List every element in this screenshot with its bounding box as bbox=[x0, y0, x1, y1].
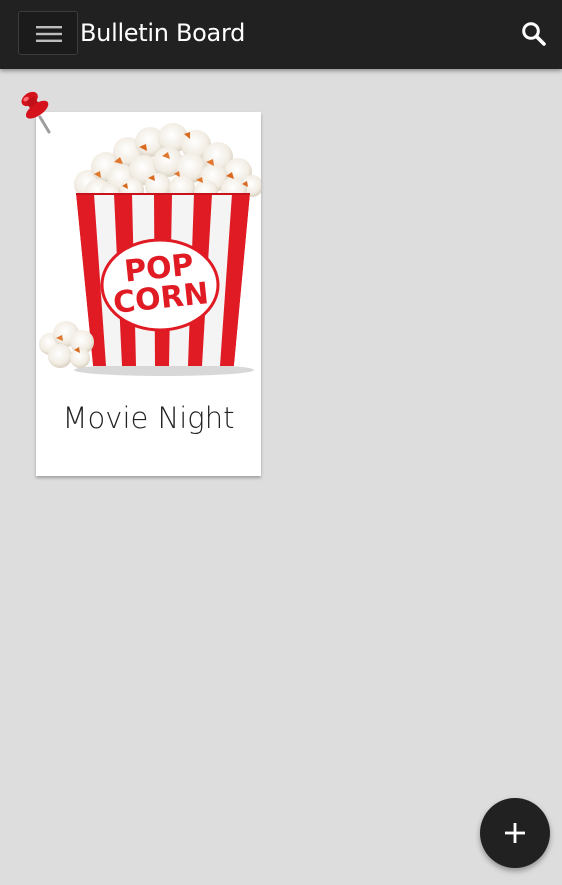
search-button[interactable] bbox=[520, 20, 548, 48]
pushpin-icon bbox=[21, 91, 51, 134]
plus-icon bbox=[505, 823, 525, 843]
popcorn-bucket: POP CORN bbox=[76, 193, 250, 366]
menu-button[interactable] bbox=[18, 11, 78, 55]
app-title: Bulletin Board bbox=[80, 19, 246, 47]
spilled-popcorn bbox=[39, 321, 94, 368]
add-card-button[interactable] bbox=[480, 798, 550, 868]
popcorn-kernels bbox=[74, 123, 261, 205]
card-title: Movie Night bbox=[62, 401, 235, 435]
bulletin-board-app: Bulletin Board POP CORN Movie Night bbox=[0, 0, 562, 885]
hamburger-menu-icon bbox=[36, 26, 62, 42]
popcorn-bucket-image: POP CORN bbox=[39, 123, 261, 376]
search-icon bbox=[522, 22, 546, 46]
top-app-bar: Bulletin Board bbox=[0, 0, 562, 69]
bulletin-card[interactable]: POP CORN Movie Night bbox=[36, 112, 261, 476]
